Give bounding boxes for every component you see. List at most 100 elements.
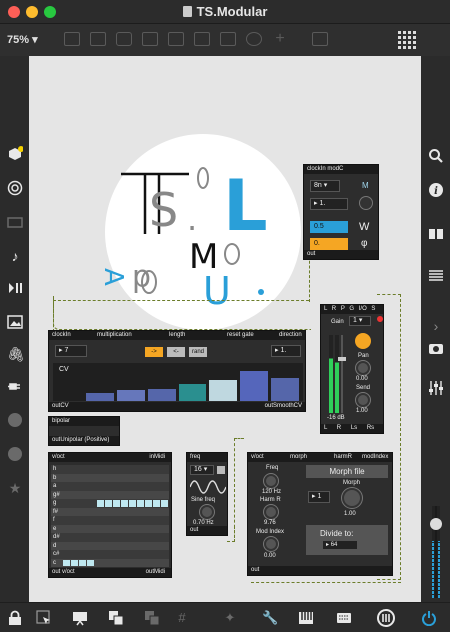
record-indicator[interactable] — [377, 316, 383, 322]
master-volume-slider[interactable] — [430, 506, 442, 598]
cv-step-bar[interactable] — [178, 384, 207, 401]
power-toggle[interactable] — [355, 333, 371, 349]
presentation-icon[interactable] — [64, 32, 80, 46]
number-box-icon[interactable] — [168, 32, 184, 46]
piano-icon[interactable] — [298, 610, 314, 626]
paperclip-icon[interactable]: 🖇 — [7, 346, 25, 362]
note-cell[interactable] — [129, 500, 136, 507]
zoom-selector[interactable]: 75% ▾ — [7, 33, 38, 46]
pan-knob[interactable] — [356, 361, 370, 375]
note-cell[interactable] — [97, 500, 104, 507]
cv-step-editor[interactable]: CV — [53, 363, 303, 401]
piano-key[interactable]: a — [51, 482, 169, 491]
note-cell[interactable] — [63, 559, 70, 566]
chevron-right-icon[interactable]: › — [428, 318, 444, 334]
cv-step-bar[interactable] — [147, 389, 176, 401]
help-circle-icon[interactable] — [7, 446, 23, 462]
phase-number[interactable]: 0. — [310, 238, 348, 250]
note-cell[interactable] — [137, 500, 144, 507]
piano-key[interactable]: e — [51, 524, 169, 533]
book-icon[interactable] — [428, 226, 444, 242]
piano-key[interactable]: b — [51, 473, 169, 482]
target-icon[interactable] — [7, 180, 23, 196]
keyboard-icon[interactable] — [336, 610, 352, 626]
edit-cursor-icon[interactable] — [36, 610, 52, 626]
message-box-icon[interactable] — [90, 32, 106, 46]
direction-number[interactable]: ▸ 1. — [271, 345, 301, 357]
media-icon[interactable] — [7, 214, 23, 230]
lock-icon[interactable] — [7, 610, 23, 626]
note-cell[interactable] — [113, 500, 120, 507]
gain-slider-handle[interactable] — [338, 357, 346, 361]
piano-key[interactable]: d — [51, 541, 169, 550]
send-knob[interactable] — [356, 393, 370, 407]
sequence-icon[interactable] — [7, 280, 23, 296]
note-cell[interactable] — [153, 500, 160, 507]
cpu-meter-icon[interactable] — [377, 609, 395, 627]
image-icon[interactable] — [7, 314, 23, 330]
gain-select[interactable]: 1 ▾ — [349, 316, 371, 326]
vst-icon[interactable] — [7, 412, 23, 428]
patch-cable[interactable] — [53, 296, 311, 330]
toggle-icon[interactable] — [142, 32, 158, 46]
patcher-canvas[interactable]: S . L M U d A clockIn modC 8n ▾ M ▸ 1. 0… — [29, 56, 421, 602]
piano-key[interactable]: g# — [51, 490, 169, 499]
snap-icon[interactable] — [144, 610, 160, 626]
sine-freq-knob[interactable] — [200, 505, 214, 519]
lfo-toggle[interactable] — [217, 466, 225, 474]
grid-view-icon[interactable] — [398, 31, 418, 49]
note-cell[interactable] — [145, 500, 152, 507]
note-cell[interactable] — [87, 559, 94, 566]
lfo-rate-menu[interactable]: 16 ▾ — [190, 465, 214, 475]
piano-key[interactable]: d# — [51, 533, 169, 542]
paint-bucket-icon[interactable] — [312, 32, 328, 46]
multiplier-number[interactable]: ▸ 1. — [310, 198, 348, 210]
play-icon[interactable] — [194, 32, 210, 46]
mult-knob[interactable] — [360, 197, 372, 209]
piano-key[interactable]: f# — [51, 507, 169, 516]
rate-menu[interactable]: 8n ▾ — [310, 180, 340, 192]
power-audio-icon[interactable] — [421, 610, 437, 627]
note-cell[interactable] — [105, 500, 112, 507]
windows-icon[interactable] — [108, 610, 124, 626]
presentation-mode-icon[interactable] — [72, 610, 88, 626]
star-icon[interactable]: ★ — [7, 480, 23, 496]
morph-knob[interactable] — [342, 488, 362, 508]
forward-button[interactable]: -> — [145, 347, 163, 357]
cv-step-bar[interactable] — [209, 380, 238, 401]
seq-input-number[interactable]: ▸ 7 — [55, 345, 87, 357]
camera-icon[interactable] — [428, 340, 444, 356]
piano-key[interactable]: f — [51, 516, 169, 525]
grid-icon[interactable]: # — [174, 610, 190, 626]
add-object-icon[interactable]: + — [272, 31, 288, 47]
note-cell[interactable] — [71, 559, 78, 566]
dial-icon[interactable] — [246, 32, 262, 46]
wrench-icon[interactable]: 🔧 — [262, 610, 278, 626]
cv-step-bar[interactable] — [116, 390, 145, 401]
gain-slider-track[interactable] — [341, 335, 343, 413]
comment-icon[interactable] — [116, 32, 132, 46]
piano-key[interactable]: c# — [51, 550, 169, 559]
mod-index-knob[interactable] — [264, 537, 278, 551]
cv-step-bar[interactable] — [240, 371, 269, 401]
plug-icon[interactable] — [7, 378, 23, 394]
packages-icon[interactable] — [7, 146, 24, 162]
cv-step-bar[interactable] — [271, 378, 299, 401]
piano-roll[interactable]: h b a g# g f# f e d# d c# c — [51, 465, 169, 567]
mixer-sliders-icon[interactable] — [428, 380, 444, 396]
divide-number[interactable]: ▸ 64 — [322, 540, 358, 550]
debug-icon[interactable]: ✦ — [222, 610, 238, 626]
morph-file-button[interactable]: Morph file — [306, 465, 388, 478]
slider-icon[interactable] — [220, 32, 236, 46]
note-cell[interactable] — [121, 500, 128, 507]
info-icon[interactable]: i — [428, 182, 444, 198]
freq-knob[interactable] — [264, 474, 278, 488]
harm-knob[interactable] — [264, 505, 278, 519]
note-cell[interactable] — [79, 559, 86, 566]
note-cell[interactable] — [161, 500, 168, 507]
random-button[interactable]: rand — [189, 347, 207, 357]
search-icon[interactable] — [428, 148, 444, 164]
cv-step-bar[interactable] — [86, 393, 114, 401]
list-icon[interactable] — [428, 268, 444, 284]
morph-number[interactable]: ▸ 1 — [308, 491, 330, 503]
